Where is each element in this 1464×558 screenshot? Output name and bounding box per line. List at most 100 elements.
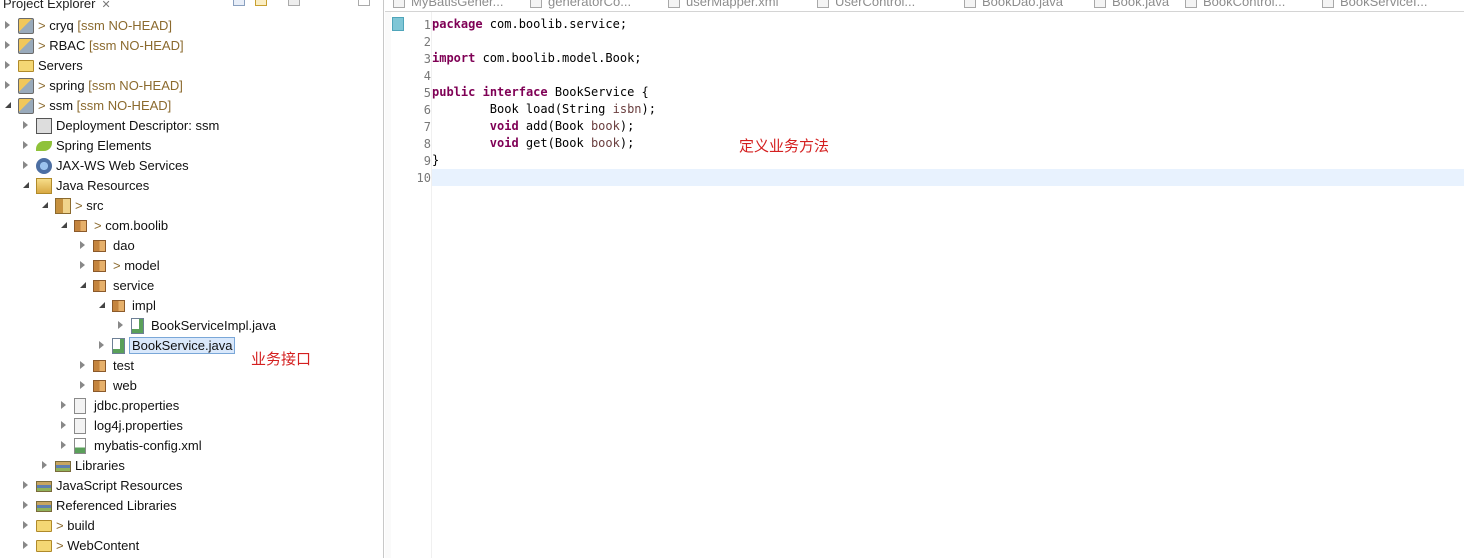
tree-item-label: service	[113, 278, 154, 293]
tree-item-name: JAX-WS Web Services	[56, 158, 189, 173]
editor-tab[interactable]: userMapper.xml	[668, 0, 778, 11]
tree-item[interactable]: impl	[0, 296, 383, 316]
code-line[interactable]: void get(Book book);	[432, 135, 1464, 152]
tree-item[interactable]: Libraries	[0, 456, 383, 476]
tree-item[interactable]: BookServiceImpl.java	[0, 316, 383, 336]
code-line[interactable]	[432, 169, 1464, 186]
folder-icon	[36, 520, 52, 532]
collapse-all-icon[interactable]	[233, 0, 245, 6]
expand-arrow-icon[interactable]	[5, 41, 10, 49]
code-line[interactable]	[432, 33, 1464, 50]
expand-arrow-icon[interactable]	[61, 441, 66, 449]
view-menu-icon[interactable]	[288, 0, 300, 6]
link-with-editor-icon[interactable]	[255, 0, 267, 6]
tree-item[interactable]: Java Resources	[0, 176, 383, 196]
tree-item[interactable]: JavaScript Resources	[0, 476, 383, 496]
tree-item-label: impl	[132, 298, 156, 313]
expand-arrow-icon[interactable]	[42, 461, 47, 469]
collapse-arrow-icon[interactable]	[80, 282, 86, 288]
expand-arrow-icon[interactable]	[23, 501, 28, 509]
expand-arrow-icon[interactable]	[5, 81, 10, 89]
line-number: 5	[423, 86, 431, 100]
code-keyword: import	[432, 51, 476, 65]
editor-tab[interactable]: BookControl...	[1185, 0, 1285, 11]
editor-tab[interactable]: UserControl...	[817, 0, 915, 11]
close-view-icon[interactable]: ✕	[101, 0, 110, 11]
code-area[interactable]: package com.boolib.service; import com.bo…	[432, 12, 1464, 558]
tree-item[interactable]: > build	[0, 516, 383, 536]
expand-arrow-icon[interactable]	[5, 61, 10, 69]
expand-arrow-icon[interactable]	[23, 161, 28, 169]
expand-arrow-icon[interactable]	[80, 261, 85, 269]
tree-item[interactable]: log4j.properties	[0, 416, 383, 436]
editor-tab[interactable]: BookServiceI...	[1322, 0, 1427, 11]
expand-arrow-icon[interactable]	[80, 361, 85, 369]
expand-arrow-icon[interactable]	[118, 321, 123, 329]
project-explorer-tab[interactable]: Project Explorer ✕	[3, 0, 111, 11]
folder-icon	[36, 540, 52, 552]
collapse-arrow-icon[interactable]	[23, 182, 29, 188]
tree-item[interactable]: Spring Elements	[0, 136, 383, 156]
tree-item-label: > WebContent	[56, 538, 139, 553]
editor-tab[interactable]: generatorCo...	[530, 0, 631, 11]
line-number: 7	[423, 120, 431, 134]
code-editor[interactable]: 1 2 3 4 5 6 7 8 9 10 package com.boolib.service; i…	[385, 12, 1464, 558]
tree-item[interactable]: test	[0, 356, 383, 376]
tree-item[interactable]: web	[0, 376, 383, 396]
expand-arrow-icon[interactable]	[80, 241, 85, 249]
tree-item[interactable]: > src	[0, 196, 383, 216]
tree-item-name: JavaScript Resources	[56, 478, 183, 493]
collapse-arrow-icon[interactable]	[5, 102, 11, 108]
package-icon	[74, 220, 87, 232]
expand-arrow-icon[interactable]	[61, 421, 66, 429]
tree-item[interactable]: Deployment Descriptor: ssm	[0, 116, 383, 136]
tree-item[interactable]: Servers	[0, 56, 383, 76]
code-line[interactable]: public interface BookService {	[432, 84, 1464, 101]
collapse-arrow-icon[interactable]	[61, 222, 67, 228]
expand-arrow-icon[interactable]	[80, 381, 85, 389]
expand-arrow-icon[interactable]	[99, 341, 104, 349]
tree-item[interactable]: dao	[0, 236, 383, 256]
tree-item[interactable]: Referenced Libraries	[0, 496, 383, 516]
code-line[interactable]	[432, 67, 1464, 84]
expand-arrow-icon[interactable]	[23, 481, 28, 489]
tree-item[interactable]: BookService.java	[0, 336, 383, 356]
tree-item[interactable]: > model	[0, 256, 383, 276]
editor-tab[interactable]: Book.java	[1094, 0, 1169, 11]
web-services-icon	[36, 158, 52, 174]
tree-item[interactable]: jdbc.properties	[0, 396, 383, 416]
code-line[interactable]: Book load(String isbn);	[432, 101, 1464, 118]
collapse-arrow-icon[interactable]	[99, 302, 105, 308]
code-line[interactable]: package com.boolib.service;	[432, 16, 1464, 33]
tree-item[interactable]: JAX-WS Web Services	[0, 156, 383, 176]
editor-tab[interactable]: BookDao.java	[964, 0, 1063, 11]
expand-arrow-icon[interactable]	[5, 21, 10, 29]
tree-item[interactable]: > WebContent	[0, 536, 383, 556]
git-dirty-marker: >	[56, 518, 68, 533]
tree-item-label: web	[113, 378, 137, 393]
git-project-icon	[18, 38, 34, 54]
expand-arrow-icon[interactable]	[23, 141, 28, 149]
bookmark-marker-icon[interactable]	[392, 17, 404, 31]
editor-tab[interactable]: MyBatisGener...	[393, 0, 503, 11]
code-line[interactable]: import com.boolib.model.Book;	[432, 50, 1464, 67]
expand-arrow-icon[interactable]	[23, 541, 28, 549]
code-line[interactable]: }	[432, 152, 1464, 169]
expand-arrow-icon[interactable]	[61, 401, 66, 409]
expand-arrow-icon[interactable]	[23, 121, 28, 129]
file-icon	[1094, 0, 1106, 8]
code-line[interactable]: void add(Book book);	[432, 118, 1464, 135]
tree-item[interactable]: > cryq [ssm NO-HEAD]	[0, 16, 383, 36]
tree-item[interactable]: > com.boolib	[0, 216, 383, 236]
tree-item[interactable]: > RBAC [ssm NO-HEAD]	[0, 36, 383, 56]
minimize-view-icon[interactable]	[358, 0, 370, 6]
tree-item-label: JAX-WS Web Services	[56, 158, 189, 173]
tree-item[interactable]: service	[0, 276, 383, 296]
tree-item[interactable]: > ssm [ssm NO-HEAD]	[0, 96, 383, 116]
tree-item[interactable]: mybatis-config.xml	[0, 436, 383, 456]
java-resources-icon	[36, 178, 52, 194]
expand-arrow-icon[interactable]	[23, 521, 28, 529]
collapse-arrow-icon[interactable]	[42, 202, 48, 208]
tree-item[interactable]: > spring [ssm NO-HEAD]	[0, 76, 383, 96]
